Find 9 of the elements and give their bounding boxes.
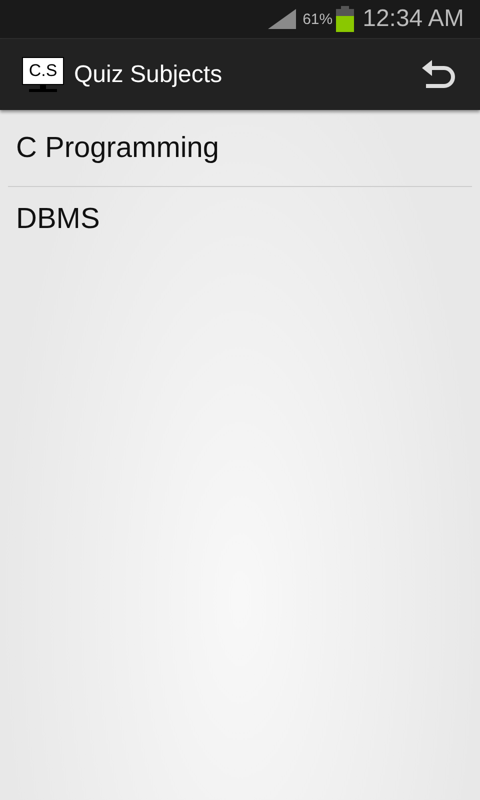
app-logo: C.S [22, 56, 64, 92]
subject-item[interactable]: DBMS [0, 187, 480, 252]
battery-percent: 61% [302, 10, 333, 28]
clock-time: 12:34 AM [362, 5, 464, 33]
back-icon[interactable] [422, 60, 456, 90]
subject-item[interactable]: C Programming [0, 110, 480, 186]
signal-icon [268, 9, 298, 29]
battery-icon [336, 6, 354, 32]
screen-title: Quiz Subjects [74, 60, 224, 88]
